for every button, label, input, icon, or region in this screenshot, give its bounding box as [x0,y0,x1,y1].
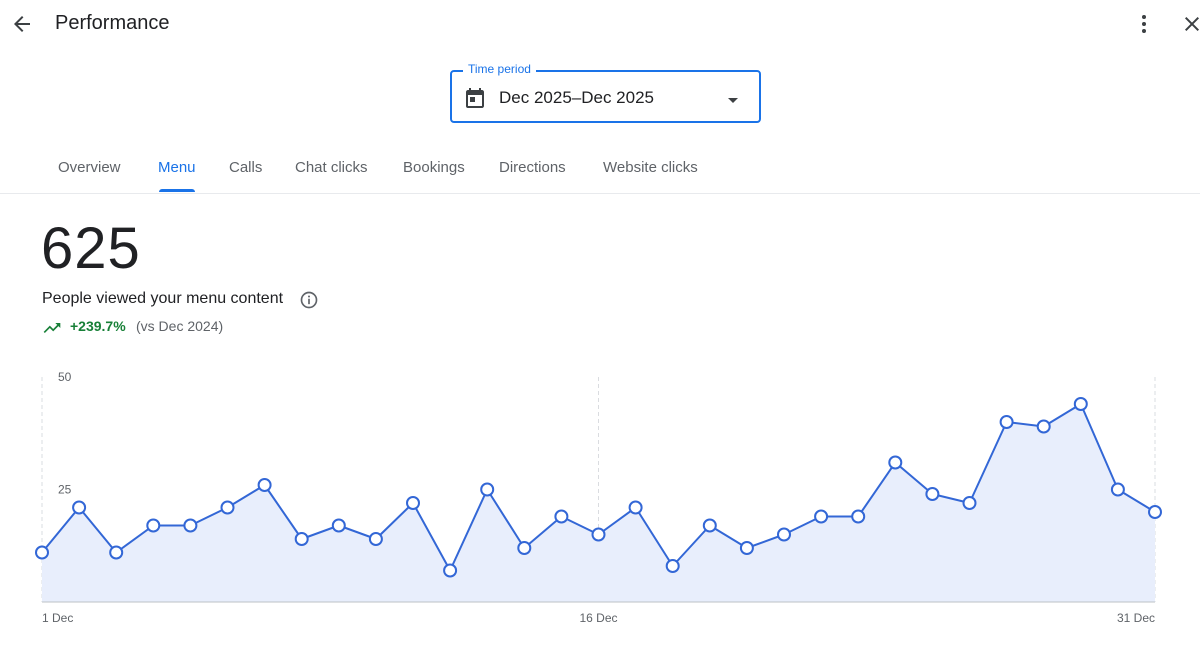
trend-percentage: +239.7% [70,318,126,334]
data-point [331,518,346,533]
data-point [1036,419,1051,434]
page-title: Performance [55,12,170,34]
more-vert-icon [1142,15,1146,33]
metric-value: 625 [41,216,141,281]
data-point [1110,482,1125,497]
data-point [480,482,495,497]
trending-up-icon [42,318,62,343]
data-point [1148,505,1162,519]
data-point [999,415,1014,429]
data-point [925,487,940,501]
data-point [257,478,272,492]
app-header: Performance [0,0,1200,50]
tab-menu[interactable]: Menu [158,159,196,176]
back-button[interactable] [6,8,38,40]
data-point [814,509,829,524]
tab-website-clicks[interactable]: Website clicks [603,159,698,176]
data-point [109,545,124,560]
data-point [72,500,87,515]
tab-bookings[interactable]: Bookings [403,159,465,176]
data-point [702,518,717,533]
data-point [1073,397,1088,411]
info-icon[interactable] [299,290,319,315]
close-button[interactable] [1176,8,1200,40]
metric-label: People viewed your menu content [42,290,284,307]
data-point [220,500,235,515]
tab-directions[interactable]: Directions [499,159,566,176]
x-tick-label: 1 Dec [42,611,73,625]
x-tick-label: 16 Dec [579,611,617,625]
data-point [851,509,866,524]
data-point [554,509,569,524]
data-point [739,541,754,555]
data-point [777,527,791,542]
data-point [294,532,309,546]
data-point [962,496,977,510]
menu-views-chart: 50 25 1 Dec 16 Dec 31 Dec [35,370,1162,625]
metric-tabs: Overview Menu Calls Chat clicks Bookings… [0,145,1200,194]
data-point [183,518,198,533]
time-period-label: Time period [463,62,536,76]
tab-chat-clicks[interactable]: Chat clicks [295,159,368,176]
active-tab-indicator [159,189,195,192]
tab-calls[interactable]: Calls [229,159,262,176]
more-options-button[interactable] [1128,8,1160,40]
data-point [368,532,383,546]
data-point [406,496,420,510]
arrow-back-icon [14,16,30,32]
close-icon [1185,17,1199,31]
time-period-value: Dec 2025–Dec 2025 [499,88,655,107]
y-tick-label: 25 [58,483,72,497]
x-tick-label: 31 Dec [1117,611,1155,625]
tab-overview[interactable]: Overview [58,159,121,176]
data-point [628,500,643,515]
data-point [665,559,680,573]
calendar-icon [463,86,487,115]
time-period-select[interactable]: Time period Dec 2025–Dec 2025 [450,62,761,123]
data-point [888,455,903,470]
data-point [443,563,458,578]
arrow-drop-down-icon [721,88,745,117]
data-point [517,541,532,555]
data-point [35,545,49,560]
y-tick-label: 50 [58,370,72,384]
data-point [146,518,161,533]
data-point [591,527,606,542]
trend-comparison: (vs Dec 2024) [136,318,224,334]
